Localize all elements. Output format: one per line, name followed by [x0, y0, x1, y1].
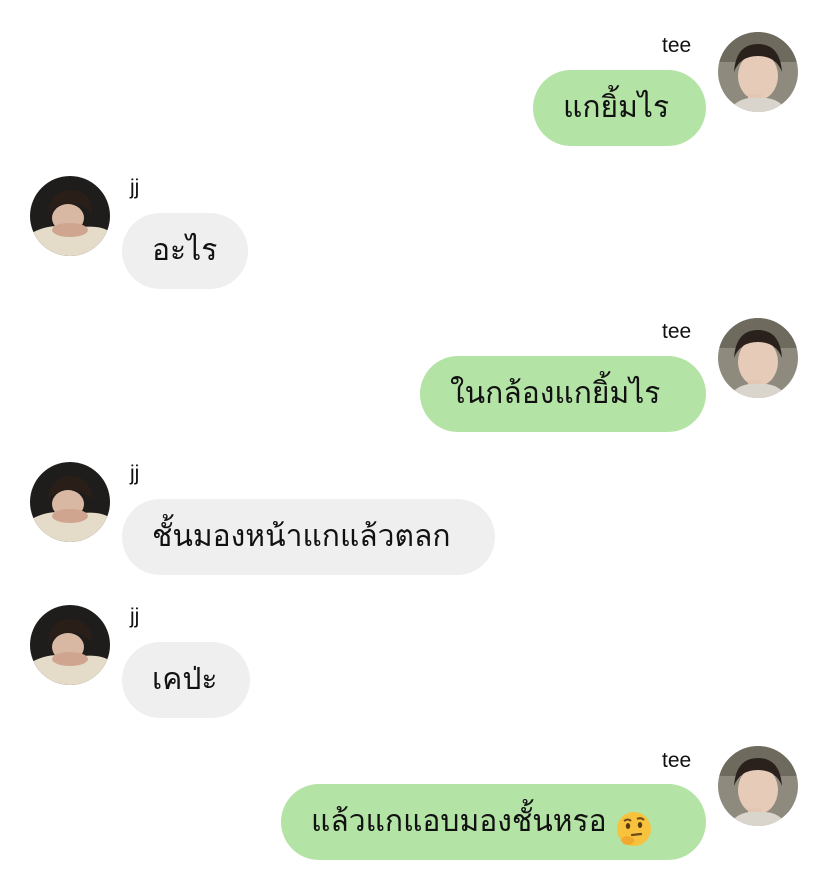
- avatar[interactable]: [718, 746, 798, 826]
- message-bubble[interactable]: ชั้นมองหน้าแกแล้วตลก: [122, 499, 495, 575]
- message-bubble[interactable]: เคป่ะ: [122, 642, 250, 718]
- avatar[interactable]: [30, 462, 110, 542]
- message-text: แล้วแกแอบมองชั้นหรอ: [311, 804, 607, 839]
- sender-name: jj: [130, 462, 140, 485]
- avatar[interactable]: [30, 176, 110, 256]
- message-bubble[interactable]: อะไร: [122, 213, 248, 289]
- message-bubble[interactable]: แล้วแกแอบมองชั้นหรอ: [281, 784, 706, 860]
- avatar[interactable]: [718, 318, 798, 398]
- message-bubble[interactable]: ในกล้องแกยิ้มไร: [420, 356, 706, 432]
- sender-name: tee: [662, 749, 692, 772]
- avatar[interactable]: [30, 605, 110, 685]
- sender-name: jj: [130, 176, 140, 199]
- thinking-face-icon: [615, 801, 653, 846]
- avatar[interactable]: [718, 32, 798, 112]
- sender-name: tee: [662, 320, 692, 343]
- sender-name: tee: [662, 34, 692, 57]
- message-bubble[interactable]: แกยิ้มไร: [533, 70, 706, 146]
- sender-name: jj: [130, 605, 140, 628]
